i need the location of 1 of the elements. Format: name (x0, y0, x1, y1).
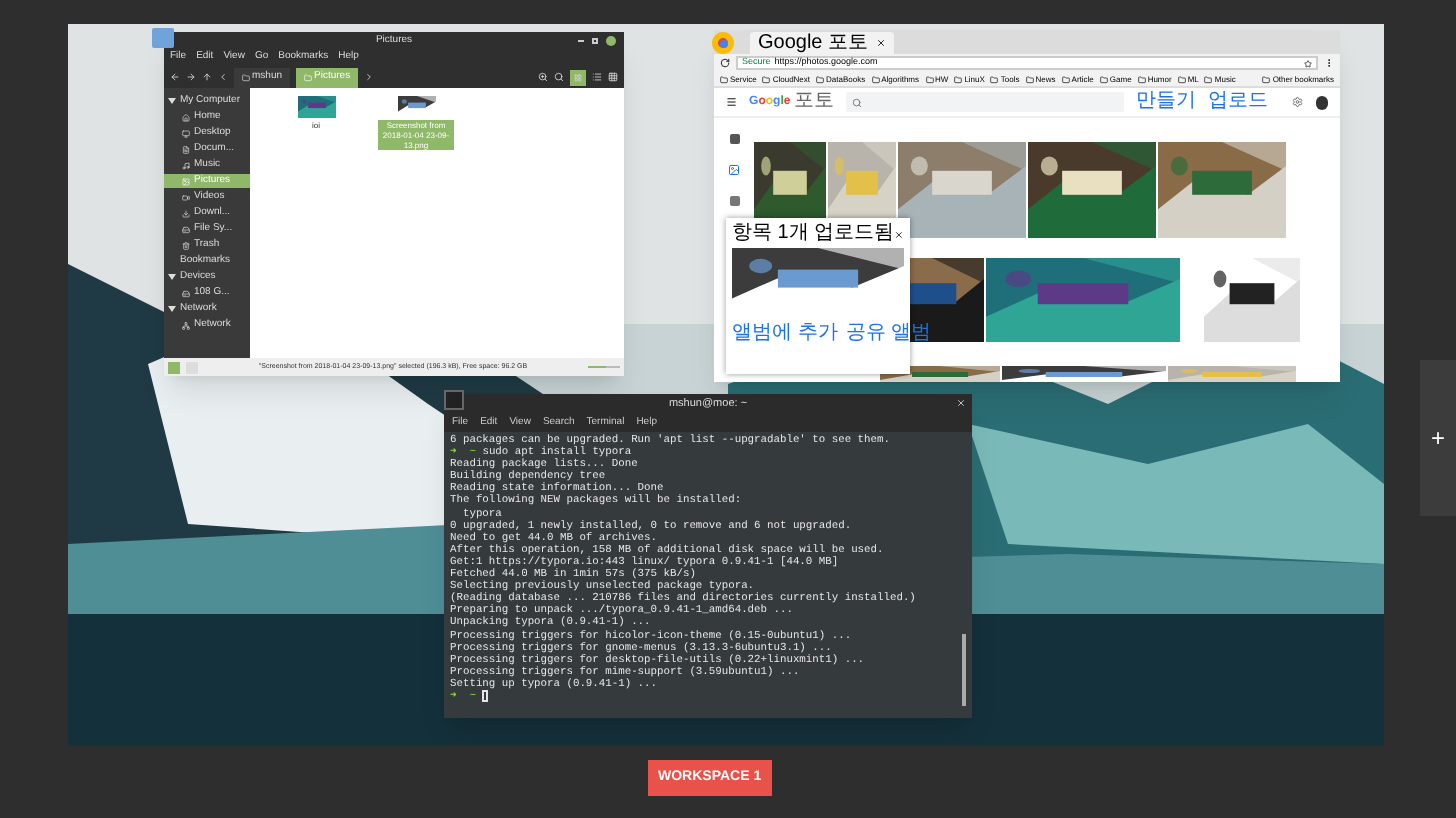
add-workspace-button[interactable]: + (1420, 360, 1456, 516)
